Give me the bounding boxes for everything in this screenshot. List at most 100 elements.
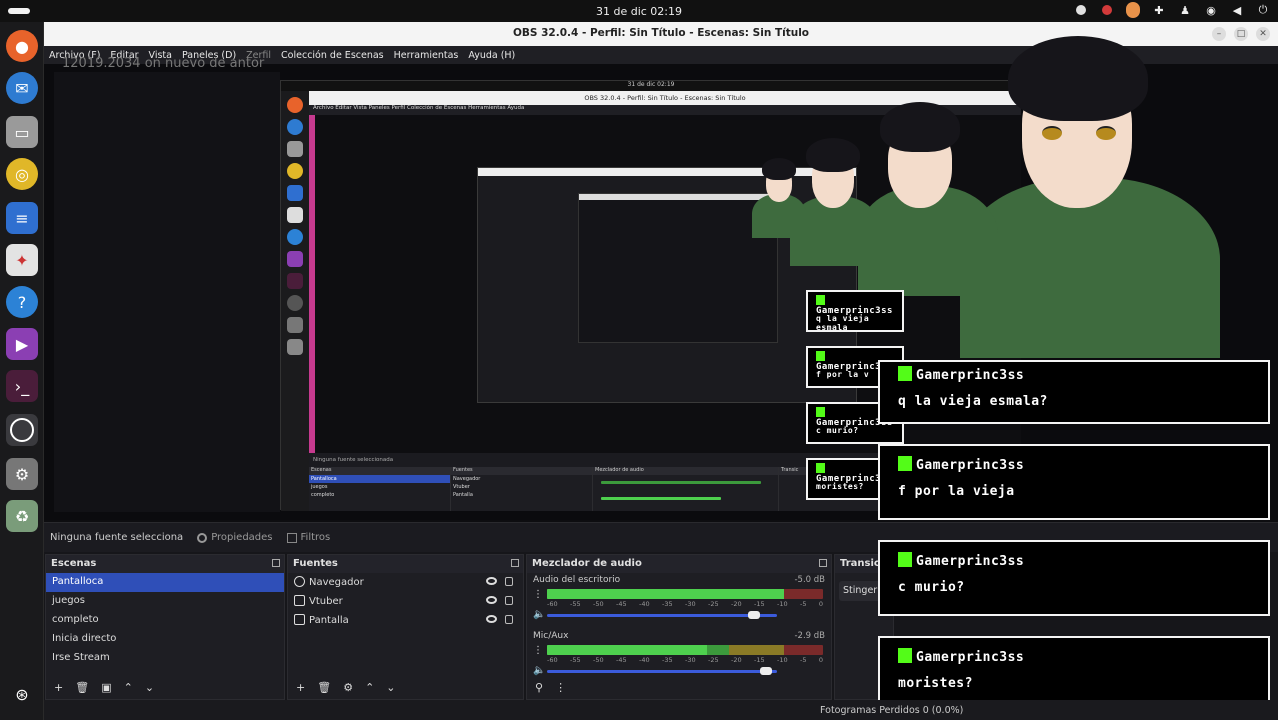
rhythmbox-icon[interactable]: ◎ [6, 158, 38, 190]
volume-slider[interactable] [547, 670, 777, 673]
wifi-icon[interactable]: ◉ [1204, 3, 1218, 17]
scene-item[interactable]: Inicia directo [46, 630, 284, 649]
move-up-icon[interactable]: ⌃ [365, 681, 374, 694]
add-icon[interactable]: + [296, 681, 305, 694]
app-center-icon[interactable]: ✦ [6, 244, 38, 276]
terminal-icon[interactable]: ›_ [6, 370, 38, 402]
screenshot-indicator-icon[interactable] [1126, 2, 1140, 18]
source-item[interactable]: Vtuber [288, 592, 523, 611]
files-icon[interactable]: ▭ [6, 116, 38, 148]
scene-filters-icon[interactable]: ▣ [101, 681, 111, 694]
chat-message: Gamerprinc3ss q la vieja esmala? [878, 360, 1270, 424]
move-down-icon[interactable]: ⌄ [386, 681, 395, 694]
maximize-icon[interactable]: □ [1234, 27, 1248, 41]
menu-coleccion-escenas[interactable]: Colección de Escenas [281, 50, 384, 61]
gear-icon[interactable]: ⚙ [343, 681, 353, 694]
help-icon[interactable]: ? [6, 286, 38, 318]
chat-text: moristes? [816, 482, 864, 491]
nested-scene-item: completo [311, 492, 335, 498]
thunderbird-icon[interactable]: ✉ [6, 72, 38, 104]
filters-button[interactable]: Filtros [286, 532, 330, 543]
filter-icon [286, 532, 297, 543]
source-item[interactable]: Navegador [288, 573, 523, 592]
undock-icon[interactable] [272, 559, 280, 567]
add-icon[interactable]: + [54, 681, 63, 694]
close-icon[interactable]: ✕ [1256, 27, 1270, 41]
volume-icon[interactable]: ◀ [1230, 3, 1244, 17]
visibility-icon[interactable] [486, 577, 497, 585]
show-apps-icon[interactable]: ⊛ [6, 678, 38, 710]
volume-slider-knob[interactable] [748, 611, 760, 619]
chat-text: c murio? [816, 426, 859, 435]
obs-icon[interactable] [6, 414, 38, 446]
channel-menu-icon[interactable]: ⋮ [533, 589, 543, 600]
chat-text: f por la vieja [898, 484, 1015, 499]
trash-icon[interactable]: 🗑 [75, 681, 89, 694]
nested-sources-header: Fuentes [451, 467, 592, 475]
move-down-icon[interactable]: ⌄ [145, 681, 154, 694]
menu-herramientas[interactable]: Herramientas [394, 50, 459, 61]
advanced-audio-icon[interactable]: ⚲ [535, 681, 543, 694]
kick-logo-icon [816, 407, 825, 417]
mixer-menu-icon[interactable]: ⋮ [555, 681, 566, 694]
source-label: Pantalla [309, 615, 349, 626]
no-source-selected-label: Ninguna fuente selecciona [50, 532, 184, 543]
power-icon[interactable]: ⏻ [1256, 3, 1270, 17]
undock-icon[interactable] [511, 559, 519, 567]
lock-icon[interactable] [505, 596, 513, 605]
firefox-icon[interactable]: ● [6, 30, 38, 62]
stop-icon[interactable] [1100, 3, 1114, 17]
scene-item[interactable]: juegos [46, 592, 284, 611]
scene-item[interactable]: Irse Stream [46, 649, 284, 668]
application-dock: ● ✉ ▭ ◎ ≡ ✦ ? ▶ ›_ ⚙ ♻ ⊛ [0, 22, 44, 720]
volume-meter [547, 645, 823, 655]
nested-scene-item: Pantalloca [309, 475, 450, 483]
nested-source-item: Pantalla [453, 492, 473, 498]
preview-dark-region [54, 72, 280, 512]
source-label: Navegador [309, 577, 364, 588]
nested-mixer-header: Mezclador de audio [593, 467, 778, 475]
mixer-toolbar: ⚲ ⋮ [527, 675, 831, 699]
kick-logo-icon [898, 552, 912, 567]
chat-text: q la vieja esmala? [898, 394, 1048, 409]
meter-ticks: -60 -55 -50 -45 -40 -35 -30 -25 -20 -15 -10 -5 0 [547, 656, 823, 664]
settings-icon[interactable]: ⚙ [6, 458, 38, 490]
menu-ayuda[interactable]: Ayuda (H) [468, 50, 515, 61]
media-player-icon[interactable]: ▶ [6, 328, 38, 360]
lock-icon[interactable] [505, 577, 513, 586]
meter-level [547, 589, 785, 599]
chat-message-small: Gamerprinc3ss q la vieja esmala [806, 290, 904, 332]
trash-icon[interactable]: 🗑 [317, 681, 331, 694]
channel-menu-icon[interactable]: ⋮ [533, 645, 543, 656]
accessibility-icon[interactable]: ♟ [1178, 3, 1192, 17]
source-label: Vtuber [309, 596, 343, 607]
pin-icon[interactable]: ✚ [1152, 3, 1166, 17]
meter-ticks: -60 -55 -50 -45 -40 -35 -30 -25 -20 -15 -10 -5 0 [547, 600, 823, 608]
gear-icon [197, 532, 208, 543]
channel-db: -2.9 dB [794, 631, 825, 641]
speaker-icon[interactable]: 🔈 [533, 609, 545, 620]
visibility-icon[interactable] [486, 615, 497, 623]
scene-item[interactable]: completo [46, 611, 284, 630]
scene-item[interactable]: Pantalloca [46, 573, 284, 592]
move-up-icon[interactable]: ⌃ [124, 681, 133, 694]
properties-button[interactable]: Propiedades [197, 532, 273, 543]
status-bar: Fotogramas Perdidos 0 (0.0%) [44, 700, 1278, 720]
preview-ghost-text: 12019.2034 on nuevo de antor [62, 56, 265, 71]
source-item[interactable]: Pantalla [288, 611, 523, 630]
lock-icon[interactable] [505, 615, 513, 624]
record-icon[interactable] [1074, 3, 1088, 17]
volume-slider-knob[interactable] [759, 667, 772, 675]
audio-mixer-header: Mezclador de audio [532, 558, 642, 569]
undock-icon[interactable] [819, 559, 827, 567]
channel-db: -5.0 dB [794, 575, 825, 585]
trash-icon[interactable]: ♻ [6, 500, 38, 532]
volume-slider[interactable] [547, 614, 777, 617]
window-icon [294, 595, 305, 606]
nested-scenes-header: Escenas [309, 467, 450, 475]
visibility-icon[interactable] [486, 596, 497, 604]
scenes-panel: Escenas Pantalloca juegos completo Inici… [45, 554, 285, 700]
nested-scene-item: juegos [311, 484, 328, 490]
writer-icon[interactable]: ≡ [6, 202, 38, 234]
audio-mixer-panel: Mezclador de audio Audio del escritorio … [526, 554, 832, 700]
